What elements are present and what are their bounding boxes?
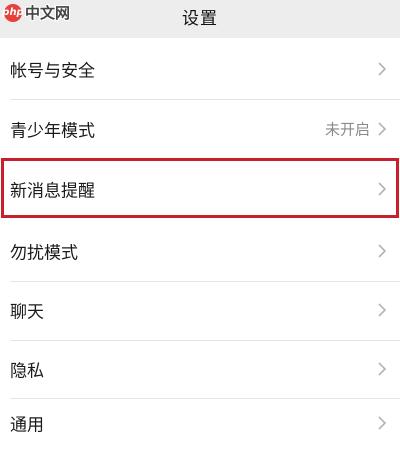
page-title: 设置 [182,9,218,29]
chevron-right-icon [378,416,387,430]
settings-item-label: 聊天 [10,302,44,323]
settings-item-label: 帐号与安全 [10,61,95,82]
settings-item-account-security[interactable]: 帐号与安全 [0,40,400,98]
settings-item-label: 通用 [10,415,44,436]
chevron-right-icon [378,303,387,317]
settings-item-teen-mode[interactable]: 青少年模式 未开启 [0,100,400,158]
top-bar: php 中文网 设置 [0,0,400,38]
settings-list: 帐号与安全 青少年模式 未开启 新消息提醒 勿扰模式 聊天 隐私 通用 [0,38,400,452]
settings-item-privacy[interactable]: 隐私 [0,340,400,398]
settings-item-label: 青少年模式 [10,121,95,142]
chevron-right-icon [378,362,387,376]
chevron-right-icon [378,182,387,196]
settings-item-label: 新消息提醒 [10,181,95,202]
settings-item-label: 勿扰模式 [10,243,78,264]
divider [10,158,400,159]
chevron-right-icon [378,122,387,136]
chevron-right-icon [378,244,387,258]
settings-item-chat[interactable]: 聊天 [0,281,400,339]
teen-mode-status: 未开启 [324,120,370,139]
settings-item-do-not-disturb[interactable]: 勿扰模式 [0,222,400,280]
chevron-right-icon [378,62,387,76]
settings-item-label: 隐私 [10,361,44,382]
settings-item-general[interactable]: 通用 [0,394,400,452]
settings-item-new-message-alerts[interactable]: 新消息提醒 [0,160,400,218]
